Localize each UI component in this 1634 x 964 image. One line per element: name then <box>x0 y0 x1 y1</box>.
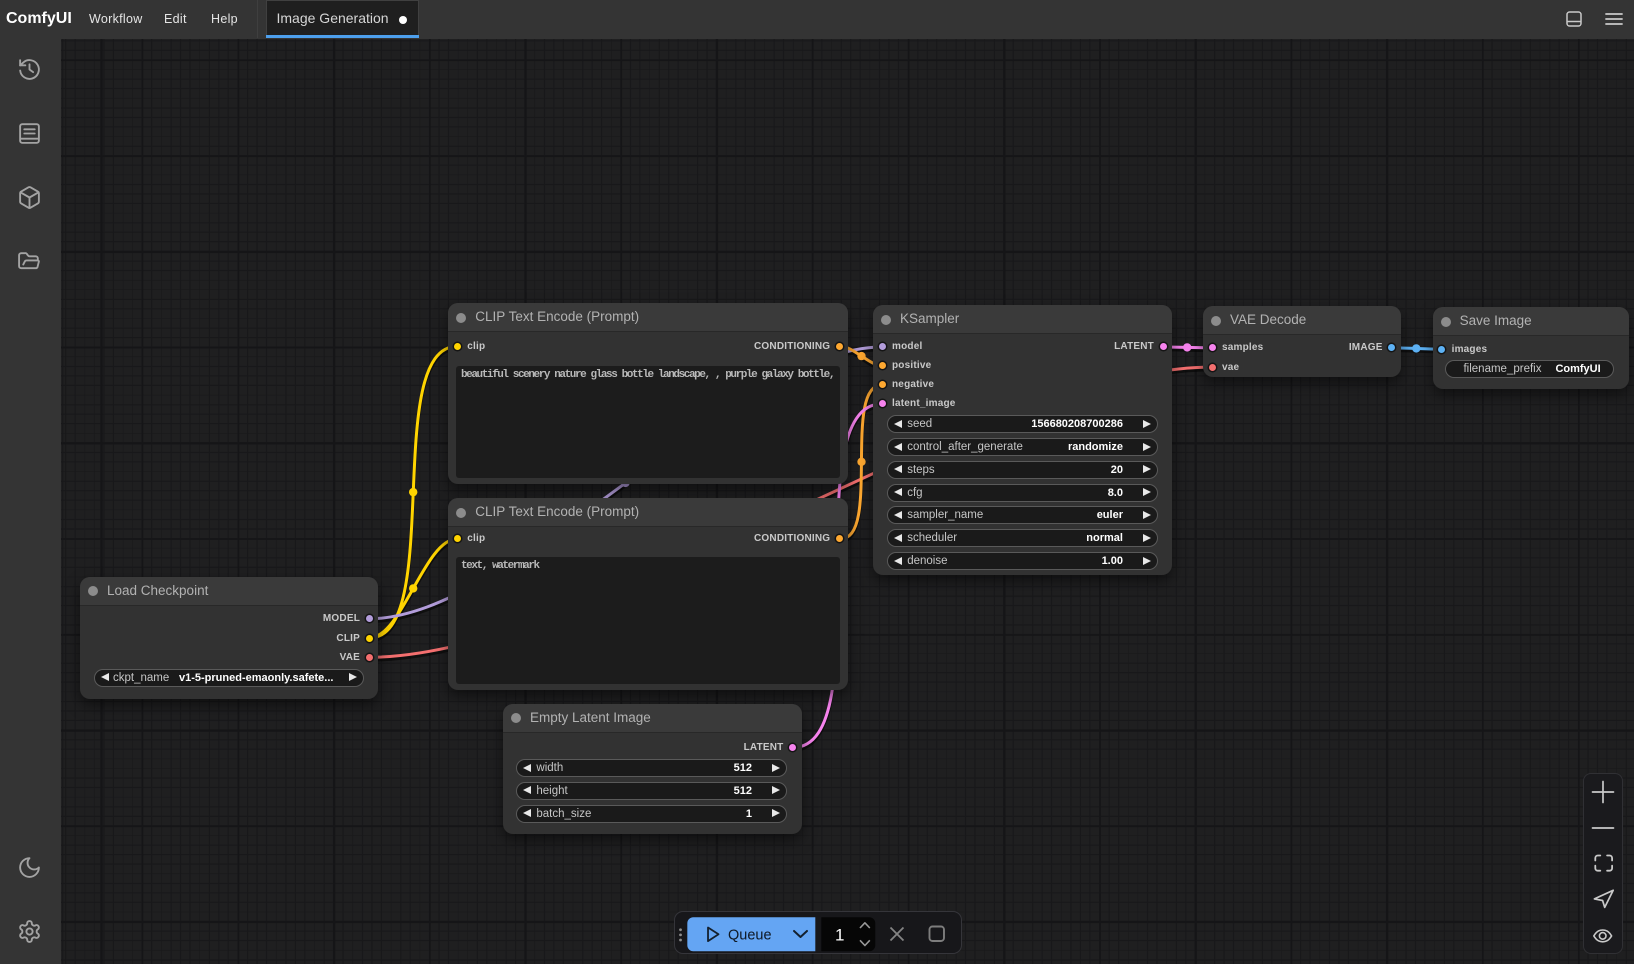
svg-text:1: 1 <box>835 925 844 944</box>
svg-text:Queue: Queue <box>728 927 771 943</box>
